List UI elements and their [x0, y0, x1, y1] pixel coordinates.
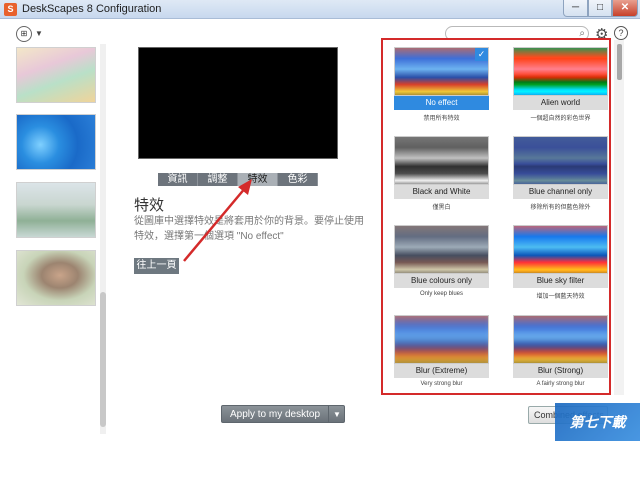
gallery-scrollbar-track[interactable] — [614, 40, 624, 395]
sidebar-scrollbar-thumb[interactable] — [100, 292, 106, 427]
effect-name: Blue sky filter — [513, 274, 608, 288]
effect-caption: 僅黑白 — [432, 205, 451, 211]
effect-thumbnail[interactable] — [513, 47, 608, 96]
effect-name: Black and White — [394, 185, 489, 199]
back-button[interactable]: 往上一頁 — [134, 258, 179, 274]
desktop-preview — [138, 47, 338, 159]
effect-caption: A fairly strong blur — [536, 381, 585, 387]
effect-thumbnail[interactable] — [513, 315, 608, 364]
effect-caption: Only keep blues — [419, 291, 464, 297]
effect-thumbnail-art — [395, 316, 488, 363]
minimize-button[interactable]: ─ — [563, 0, 588, 17]
effect-thumbnail[interactable] — [394, 315, 489, 364]
wallpaper-thumbnail[interactable] — [16, 47, 96, 103]
wallpaper-thumbnail[interactable] — [16, 114, 96, 170]
effect-thumbnail-art — [395, 226, 488, 273]
effect-caption: 增加一個藍天特效 — [536, 294, 585, 300]
app-icon: S — [4, 3, 17, 16]
wallpaper-sidebar — [0, 44, 110, 441]
close-button[interactable]: ✕ — [612, 0, 638, 17]
effect-card[interactable]: Blue sky filter 增加一個藍天特效 — [513, 225, 608, 300]
wallpaper-thumbnail[interactable] — [16, 182, 96, 238]
maximize-button[interactable]: □ — [588, 0, 612, 17]
apply-button-label[interactable]: Apply to my desktop — [222, 406, 328, 423]
effect-thumbnail[interactable]: ✓ — [394, 47, 489, 96]
effect-caption: 一個超自然的彩色世界 — [530, 116, 591, 122]
chevron-down-icon[interactable]: ▼ — [328, 406, 345, 423]
effect-card[interactable]: Blue channel only 移除所有的但藍色除外 — [513, 136, 608, 211]
view-switcher[interactable]: ⊞ ▼ — [16, 26, 43, 42]
effect-caption: Very strong blur — [420, 381, 463, 387]
site-watermark: 第七下載 7down.com — [555, 403, 640, 468]
wallpaper-thumbnail[interactable] — [16, 250, 96, 306]
tab-color[interactable]: 色彩 — [278, 173, 318, 186]
effect-name: Blue colours only — [394, 274, 489, 288]
chevron-down-icon: ▼ — [35, 29, 43, 38]
effect-card[interactable]: Blue colours only Only keep blues — [394, 225, 489, 297]
gallery-scrollbar-thumb[interactable] — [617, 44, 622, 80]
effect-name: Alien world — [513, 96, 608, 110]
effect-thumbnail-art — [514, 226, 607, 273]
help-icon[interactable]: ? — [614, 26, 628, 40]
effect-name: Blur (Extreme) — [394, 364, 489, 378]
effect-card[interactable]: ✓ No effect 禁用所有特效 — [394, 47, 489, 122]
effect-thumbnail-art — [514, 316, 607, 363]
annotation-arrow — [183, 179, 252, 262]
effect-thumbnail[interactable] — [394, 136, 489, 185]
effect-thumbnail[interactable] — [513, 136, 608, 185]
effect-name: No effect — [394, 96, 489, 110]
effect-card[interactable]: Alien world 一個超自然的彩色世界 — [513, 47, 608, 122]
effect-caption: 移除所有的但藍色除外 — [530, 205, 591, 211]
effect-thumbnail-art — [395, 137, 488, 184]
effect-card[interactable]: Black and White 僅黑白 — [394, 136, 489, 211]
effect-thumbnail-art — [514, 48, 607, 95]
title-bar: S DeskScapes 8 Configuration ─ □ ✕ — [0, 0, 640, 19]
effect-name: Blue channel only — [513, 185, 608, 199]
effect-card[interactable]: Blur (Extreme) Very strong blur — [394, 315, 489, 387]
effect-name: Blur (Strong) — [513, 364, 608, 378]
effect-thumbnail-art — [514, 137, 607, 184]
effect-thumbnail[interactable] — [394, 225, 489, 274]
apply-button[interactable]: Apply to my desktop ▼ — [221, 405, 345, 423]
effects-gallery: ✓ No effect 禁用所有特效 Alien world 一個超自然的彩色世界 Bla… — [381, 38, 611, 395]
grid-view-icon: ⊞ — [16, 26, 32, 42]
effect-caption: 禁用所有特效 — [423, 116, 460, 122]
effect-card[interactable]: Blur (Strong) A fairly strong blur — [513, 315, 608, 387]
effect-thumbnail[interactable] — [513, 225, 608, 274]
check-icon: ✓ — [475, 48, 488, 61]
window-title: DeskScapes 8 Configuration — [22, 3, 162, 15]
effect-heading: 特效 — [134, 197, 165, 214]
